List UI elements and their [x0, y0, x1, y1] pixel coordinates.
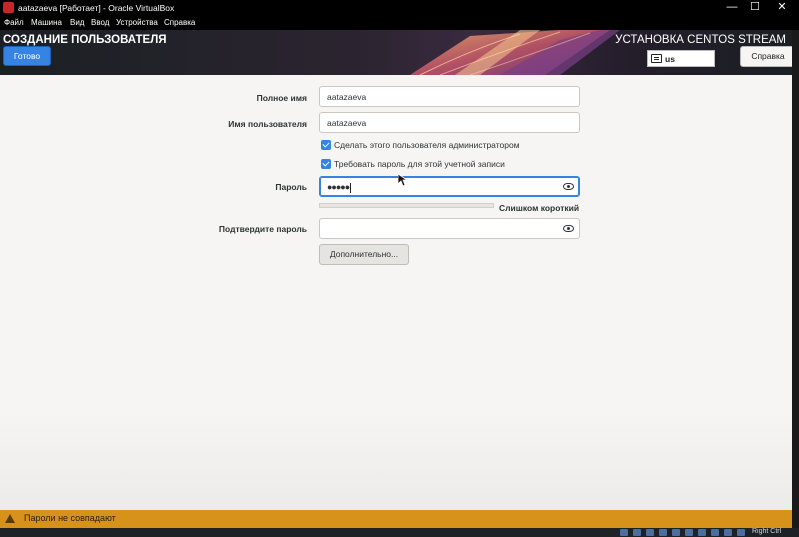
recording-icon[interactable] — [711, 529, 719, 536]
spoke-title: СОЗДАНИЕ ПОЛЬЗОВАТЕЛЯ — [3, 34, 167, 46]
product-title: УСТАНОВКА CENTOS STREAM — [615, 34, 786, 46]
usb-icon[interactable] — [672, 529, 680, 536]
window-right-edge — [792, 30, 799, 528]
warning-icon — [5, 514, 15, 523]
warning-bar[interactable]: Пароли не совпадают — [0, 510, 792, 528]
username-value: aatazaeva — [327, 118, 367, 128]
advanced-button[interactable]: Дополнительно... — [319, 244, 409, 265]
password-strength-meter — [319, 203, 494, 208]
audio-icon[interactable] — [646, 529, 654, 536]
require-password-checkbox[interactable] — [321, 159, 331, 169]
password-strength-text: Слишком короткий — [499, 203, 580, 213]
close-icon[interactable]: ✕ — [772, 1, 792, 15]
confirm-password-field[interactable] — [319, 218, 580, 239]
menu-help[interactable]: Справка — [164, 18, 195, 27]
background-fade — [0, 410, 792, 510]
full-name-value: aatazaeva — [327, 92, 367, 102]
cpu-icon[interactable] — [724, 529, 732, 536]
virtualbox-app-icon — [3, 2, 14, 13]
installer-header: СОЗДАНИЕ ПОЛЬЗОВАТЕЛЯ Готово УСТАНОВКА C… — [0, 30, 792, 75]
warning-text: Пароли не совпадают — [24, 513, 116, 523]
show-password-eye-icon[interactable] — [563, 183, 574, 190]
done-button[interactable]: Готово — [3, 46, 51, 66]
keyboard-layout-label: us — [665, 54, 675, 64]
maximize-icon[interactable]: ☐ — [745, 1, 765, 15]
keyboard-layout-indicator[interactable]: us — [647, 50, 715, 67]
password-mask: ●●●●● — [327, 182, 350, 192]
mouse-integration-icon[interactable] — [737, 529, 745, 536]
minimize-icon[interactable]: — — [722, 1, 742, 15]
full-name-field[interactable]: aatazaeva — [319, 86, 580, 107]
window-titlebar: aatazaeva [Работает] - Oracle VirtualBox… — [0, 0, 799, 16]
confirm-password-label: Подтвердите пароль — [218, 224, 307, 234]
hard-disk-icon[interactable] — [620, 529, 628, 536]
menu-devices[interactable]: Устройства — [116, 18, 158, 27]
keyboard-icon — [651, 54, 662, 63]
vbox-statusbar: Right Ctrl — [0, 528, 799, 537]
network-icon[interactable] — [659, 529, 667, 536]
display-icon[interactable] — [698, 529, 706, 536]
host-key-label: Right Ctrl — [752, 528, 782, 535]
menu-view[interactable]: Вид — [70, 18, 84, 27]
show-confirm-password-eye-icon[interactable] — [563, 225, 574, 232]
admin-checkbox[interactable] — [321, 140, 331, 150]
window-title: aatazaeva [Работает] - Oracle VirtualBox — [18, 3, 175, 13]
require-password-label[interactable]: Требовать пароль для этой учетной записи — [334, 159, 505, 169]
username-field[interactable]: aatazaeva — [319, 112, 580, 133]
vm-display[interactable]: СОЗДАНИЕ ПОЛЬЗОВАТЕЛЯ Готово УСТАНОВКА C… — [0, 30, 792, 528]
optical-drive-icon[interactable] — [633, 529, 641, 536]
menu-file[interactable]: Файл — [4, 18, 24, 27]
menu-bar: Файл Машина Вид Ввод Устройства Справка — [0, 16, 799, 30]
help-button[interactable]: Справка — [740, 46, 792, 67]
full-name-label: Полное имя — [256, 93, 307, 103]
password-field[interactable]: ●●●●● — [319, 176, 580, 197]
shared-folders-icon[interactable] — [685, 529, 693, 536]
menu-machine[interactable]: Машина — [31, 18, 62, 27]
username-label: Имя пользователя — [228, 119, 307, 129]
admin-checkbox-label[interactable]: Сделать этого пользователя администратор… — [334, 140, 520, 150]
menu-input[interactable]: Ввод — [91, 18, 109, 27]
password-label: Пароль — [275, 182, 307, 192]
mouse-pointer-icon — [398, 174, 407, 187]
text-caret — [350, 182, 352, 193]
